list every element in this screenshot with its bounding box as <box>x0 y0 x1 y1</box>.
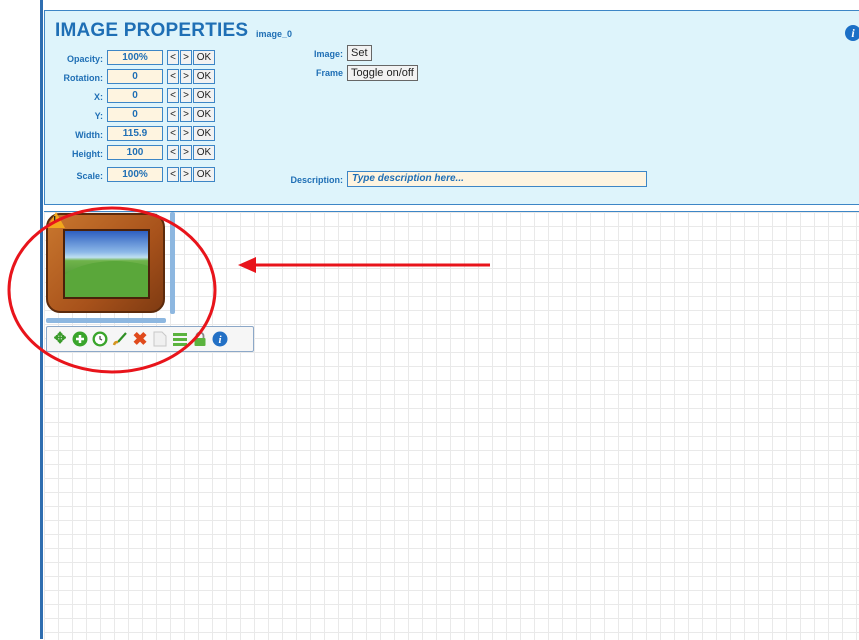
resize-handle-horizontal[interactable] <box>46 318 166 323</box>
y-decrease-button[interactable]: < <box>167 107 179 122</box>
set-image-button[interactable]: Set <box>347 45 372 61</box>
image-widget[interactable]: ! <box>45 212 167 314</box>
landscape-image <box>63 229 150 299</box>
description-label: Description: <box>290 175 343 185</box>
image-frame <box>46 213 165 313</box>
info-icon[interactable]: i <box>845 25 859 41</box>
width-decrease-button[interactable]: < <box>167 126 179 141</box>
warning-mark: ! <box>53 215 57 226</box>
x-input[interactable]: 0 <box>107 88 163 103</box>
property-label: Scale: <box>76 171 103 181</box>
y-ok-button[interactable]: OK <box>193 107 215 122</box>
menu-icon[interactable] <box>171 330 189 348</box>
scale-increase-button[interactable]: > <box>180 167 192 182</box>
property-label: X: <box>94 92 103 102</box>
scale-input[interactable]: 100% <box>107 167 163 182</box>
panel-title: IMAGE PROPERTIES <box>55 20 249 41</box>
property-label: Opacity: <box>66 54 103 64</box>
opacity-increase-button[interactable]: > <box>180 50 192 65</box>
width-increase-button[interactable]: > <box>180 126 192 141</box>
panel-subtitle: image_0 <box>256 29 293 39</box>
widget-toolbar: ✥ ✖ i <box>46 326 254 352</box>
rotation-decrease-button[interactable]: < <box>167 69 179 84</box>
brush-icon[interactable] <box>111 330 129 348</box>
rotation-input[interactable]: 0 <box>107 69 163 84</box>
y-increase-button[interactable]: > <box>180 107 192 122</box>
move-icon[interactable]: ✥ <box>51 330 69 348</box>
info-icon[interactable]: i <box>211 330 229 348</box>
height-increase-button[interactable]: > <box>180 145 192 160</box>
resize-handle-vertical[interactable] <box>170 212 175 314</box>
x-increase-button[interactable]: > <box>180 88 192 103</box>
height-input[interactable]: 100 <box>107 145 163 160</box>
rotation-ok-button[interactable]: OK <box>193 69 215 84</box>
scale-ok-button[interactable]: OK <box>193 167 215 182</box>
image-label: Image: <box>313 49 343 59</box>
opacity-ok-button[interactable]: OK <box>193 50 215 65</box>
landscape-hills <box>65 261 148 297</box>
toggle-frame-button[interactable]: Toggle on/off <box>347 65 418 81</box>
x-decrease-button[interactable]: < <box>167 88 179 103</box>
delete-icon[interactable]: ✖ <box>131 330 149 348</box>
property-label: Width: <box>75 130 103 140</box>
y-input[interactable]: 0 <box>107 107 163 122</box>
property-label: Y: <box>94 111 103 121</box>
width-ok-button[interactable]: OK <box>193 126 215 141</box>
property-label: Rotation: <box>63 73 104 83</box>
description-input[interactable]: Type description here... <box>347 171 647 187</box>
scale-decrease-button[interactable]: < <box>167 167 179 182</box>
x-ok-button[interactable]: OK <box>193 88 215 103</box>
rotation-increase-button[interactable]: > <box>180 69 192 84</box>
property-label: Height: <box>72 149 103 159</box>
height-decrease-button[interactable]: < <box>167 145 179 160</box>
width-input[interactable]: 115.9 <box>107 126 163 141</box>
add-icon[interactable] <box>71 330 89 348</box>
image-properties-panel: IMAGE PROPERTIES image_0 i Opacity: 100%… <box>44 10 859 205</box>
blank-icon[interactable] <box>151 330 169 348</box>
clock-icon[interactable] <box>91 330 109 348</box>
opacity-decrease-button[interactable]: < <box>167 50 179 65</box>
height-ok-button[interactable]: OK <box>193 145 215 160</box>
frame-label: Frame <box>315 68 343 78</box>
canvas-left-border <box>40 0 43 639</box>
lock-icon[interactable] <box>191 330 209 348</box>
opacity-input[interactable]: 100% <box>107 50 163 65</box>
